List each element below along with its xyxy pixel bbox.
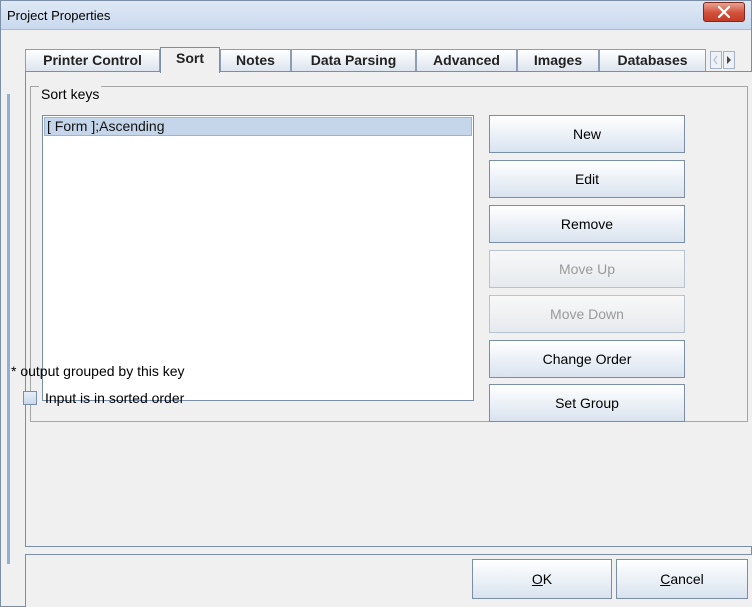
project-properties-window: Project Properties Printer Control Sort …: [0, 0, 752, 607]
sorted-order-checkbox[interactable]: [23, 391, 37, 405]
grouping-note: * output grouped by this key: [11, 363, 185, 379]
close-button[interactable]: [703, 2, 745, 22]
tab-printer-control[interactable]: Printer Control: [25, 49, 160, 71]
tab-images[interactable]: Images: [517, 49, 599, 71]
window-frame-accent: [7, 94, 10, 564]
window-title: Project Properties: [7, 8, 111, 23]
edit-button[interactable]: Edit: [489, 160, 685, 198]
move-down-button[interactable]: Move Down: [489, 295, 685, 333]
set-group-button[interactable]: Set Group: [489, 384, 685, 422]
tab-data-parsing[interactable]: Data Parsing: [291, 49, 416, 71]
title-bar: Project Properties: [1, 1, 751, 30]
close-icon: [718, 6, 730, 18]
ok-label: K: [542, 571, 553, 587]
sort-keys-legend: Sort keys: [39, 86, 102, 102]
cancel-button[interactable]: Cancel: [616, 559, 748, 599]
ok-mnemonic: O: [531, 571, 543, 587]
remove-button[interactable]: Remove: [489, 205, 685, 243]
scroll-left-icon: [713, 55, 718, 65]
ok-button[interactable]: OK: [472, 559, 612, 599]
tab-scroll-right-button[interactable]: [723, 51, 735, 69]
list-item[interactable]: [ Form ];Ascending: [44, 117, 472, 136]
cancel-label: ancel: [670, 571, 704, 587]
scroll-right-icon: [727, 56, 731, 64]
tab-scroll-left-button[interactable]: [710, 51, 722, 69]
tab-notes[interactable]: Notes: [220, 49, 291, 71]
new-button[interactable]: New: [489, 115, 685, 153]
sort-keys-list[interactable]: [ Form ];Ascending: [42, 115, 474, 401]
sorted-order-label: Input is in sorted order: [45, 390, 185, 406]
tab-sort[interactable]: Sort: [160, 47, 220, 73]
change-order-button[interactable]: Change Order: [489, 340, 685, 378]
cancel-mnemonic: C: [660, 571, 671, 587]
sort-tab-panel: Sort keys [ Form ];Ascending New Edit Re…: [25, 71, 752, 547]
tab-databases[interactable]: Databases: [599, 49, 706, 71]
move-up-button[interactable]: Move Up: [489, 250, 685, 288]
tab-advanced[interactable]: Advanced: [416, 49, 517, 71]
